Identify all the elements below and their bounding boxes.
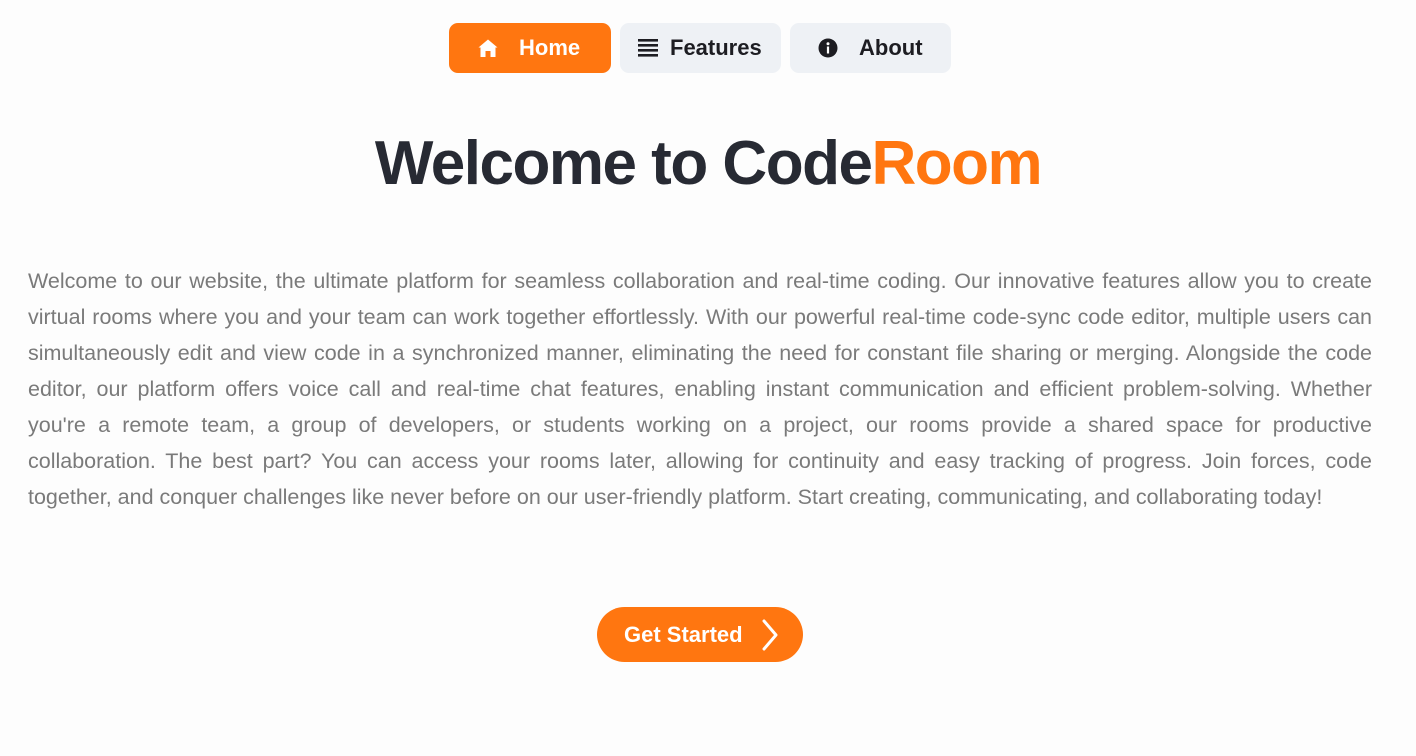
nav-features-button[interactable]: Features [620,23,781,73]
title-main: Welcome to Code [374,129,873,198]
home-icon [477,37,499,59]
top-nav: Home Features About [449,23,951,73]
list-icon [637,37,659,59]
nav-home-button[interactable]: Home [449,23,611,73]
page-title: Welcome to CodeRoom [0,124,1416,204]
get-started-button[interactable]: Get Started [597,607,803,662]
nav-about-button[interactable]: About [790,23,951,73]
intro-paragraph: Welcome to our website, the ultimate pla… [28,269,1372,509]
info-icon [817,37,839,59]
nav-features-label: Features [670,35,762,60]
nav-about-label: About [859,35,923,60]
nav-home-label: Home [519,35,581,60]
title-accent: Room [871,129,1042,198]
chevron-right-icon [761,619,779,651]
get-started-label: Get Started [624,621,743,647]
